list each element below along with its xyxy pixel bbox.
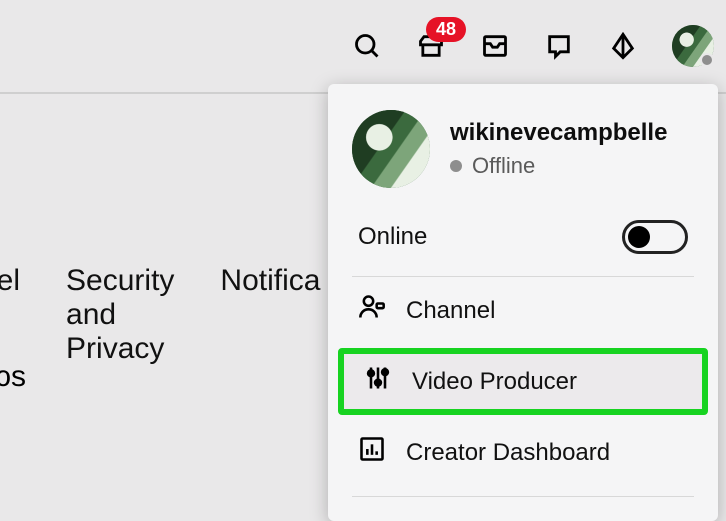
bits-icon[interactable]	[608, 31, 638, 61]
menu-item-label: Video Producer	[412, 368, 577, 396]
online-toggle[interactable]	[622, 220, 688, 254]
status-dot-icon	[700, 53, 714, 67]
online-label: Online	[358, 223, 427, 251]
tab-security-privacy[interactable]: Security and Privacy	[66, 264, 174, 366]
username-label: wikinevecampbelle	[450, 119, 667, 147]
online-toggle-row: Online	[328, 206, 718, 276]
top-nav: 48	[0, 0, 726, 92]
menu-item-label: Channel	[406, 297, 495, 325]
dashboard-icon	[358, 435, 386, 470]
menu-item-label: Creator Dashboard	[406, 439, 610, 467]
menu-item-video-producer[interactable]: Video Producer	[338, 348, 708, 415]
menu-item-channel[interactable]: Channel	[328, 277, 718, 344]
menu-item-creator-dashboard[interactable]: Creator Dashboard	[328, 419, 718, 486]
notification-badge: 48	[426, 17, 466, 42]
tab-notifications-partial[interactable]: Notifica	[220, 264, 320, 366]
sliders-icon	[364, 364, 392, 399]
tab-channel-partial[interactable]: nel	[0, 264, 20, 366]
whispers-icon[interactable]	[544, 31, 574, 61]
menu-divider	[352, 496, 694, 497]
user-avatar-small[interactable]	[672, 25, 714, 67]
channel-icon	[358, 293, 386, 328]
prime-loot-icon[interactable]: 48	[416, 31, 446, 61]
user-dropdown-menu: wikinevecampbelle Offline Online Channel…	[328, 84, 718, 521]
profile-header: wikinevecampbelle Offline	[328, 104, 718, 206]
search-icon[interactable]	[352, 31, 382, 61]
status-label: Offline	[450, 153, 667, 179]
settings-tabs-background: nel Security and Privacy Notifica	[0, 264, 320, 366]
tab-fragment: ɔs	[0, 360, 26, 394]
user-avatar-large[interactable]	[352, 110, 430, 188]
inbox-icon[interactable]	[480, 31, 510, 61]
